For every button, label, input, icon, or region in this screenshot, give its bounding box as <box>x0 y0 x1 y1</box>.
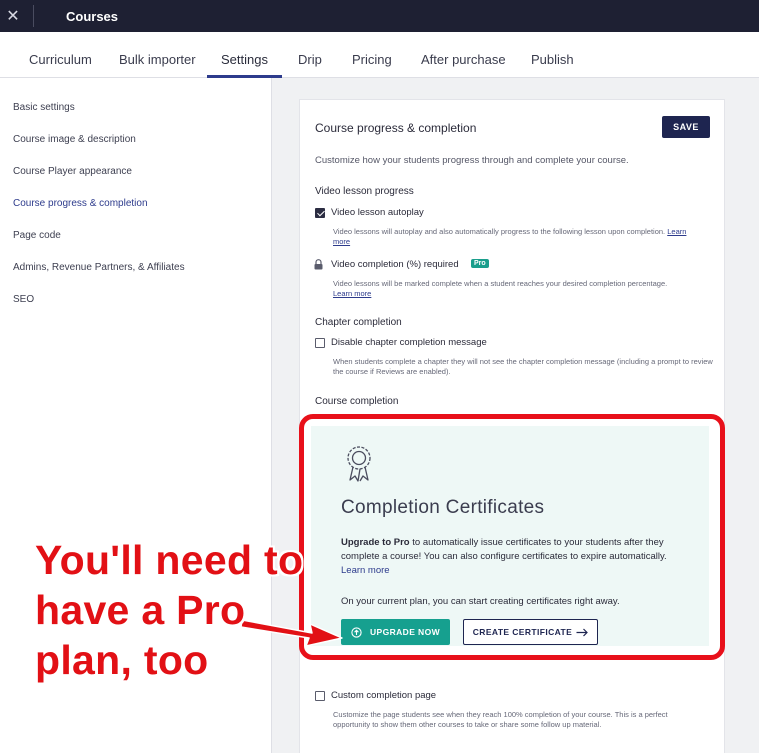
panel-title: Course progress & completion <box>315 121 477 135</box>
pro-badge: Pro <box>471 259 489 268</box>
tab-bar: Curriculum Bulk importer Settings Drip P… <box>0 32 759 78</box>
panel-intro: Customize how your students progress thr… <box>315 155 629 166</box>
close-icon[interactable]: ✕ <box>0 0 26 32</box>
custom-completion-page-label: Custom completion page <box>331 690 437 701</box>
tab-publish[interactable]: Publish <box>531 32 574 78</box>
tab-curriculum[interactable]: Curriculum <box>29 32 92 78</box>
sidebar-item-course-progress[interactable]: Course progress & completion <box>13 198 148 209</box>
autoplay-checkbox[interactable] <box>315 208 325 218</box>
tab-pricing[interactable]: Pricing <box>352 32 392 78</box>
top-bar: ✕ Courses <box>0 0 759 32</box>
chapter-completion-heading: Chapter completion <box>315 317 402 328</box>
annotation-line: You'll need to <box>35 537 304 583</box>
annotation-callout: You'll need to have a Pro plan, too <box>35 535 303 685</box>
sidebar-item-page-code[interactable]: Page code <box>13 230 61 241</box>
save-button[interactable]: SAVE <box>662 116 710 138</box>
sidebar-item-seo[interactable]: SEO <box>13 294 34 305</box>
sidebar-item-admins[interactable]: Admins, Revenue Partners, & Affiliates <box>13 262 185 273</box>
page-title: Courses <box>66 8 119 24</box>
video-completion-help-text: Video lessons will be marked complete wh… <box>333 279 668 288</box>
course-completion-heading: Course completion <box>315 396 399 407</box>
video-completion-help: Video lessons will be marked complete wh… <box>333 279 683 299</box>
autoplay-label: Video lesson autoplay <box>331 207 424 218</box>
sidebar-item-course-image[interactable]: Course image & description <box>13 134 136 145</box>
tab-settings[interactable]: Settings <box>207 32 282 78</box>
tab-after-purchase[interactable]: After purchase <box>421 32 506 78</box>
tab-bulk-importer[interactable]: Bulk importer <box>119 32 196 78</box>
disable-chapter-message-help: When students complete a chapter they wi… <box>333 357 713 376</box>
tab-drip[interactable]: Drip <box>298 32 322 78</box>
sidebar-item-basic-settings[interactable]: Basic settings <box>13 102 75 113</box>
topbar-divider <box>33 5 34 27</box>
custom-completion-page-checkbox[interactable] <box>315 691 325 701</box>
video-completion-label: Video completion (%) required <box>331 259 459 270</box>
annotation-line: have a Pro <box>35 587 246 633</box>
video-lesson-progress-heading: Video lesson progress <box>315 186 414 197</box>
disable-chapter-message-label: Disable chapter completion message <box>331 337 487 348</box>
autoplay-help: Video lessons will autoplay and also aut… <box>333 227 693 247</box>
annotation-line: plan, too <box>35 637 209 683</box>
video-completion-learn-more-link[interactable]: Learn more <box>333 289 371 298</box>
autoplay-help-text: Video lessons will autoplay and also aut… <box>333 227 666 236</box>
custom-completion-page-help: Customize the page students see when the… <box>333 710 668 729</box>
highlight-frame <box>299 414 725 660</box>
lock-icon <box>314 259 323 270</box>
disable-chapter-message-checkbox[interactable] <box>315 338 325 348</box>
sidebar-item-course-player[interactable]: Course Player appearance <box>13 166 132 177</box>
